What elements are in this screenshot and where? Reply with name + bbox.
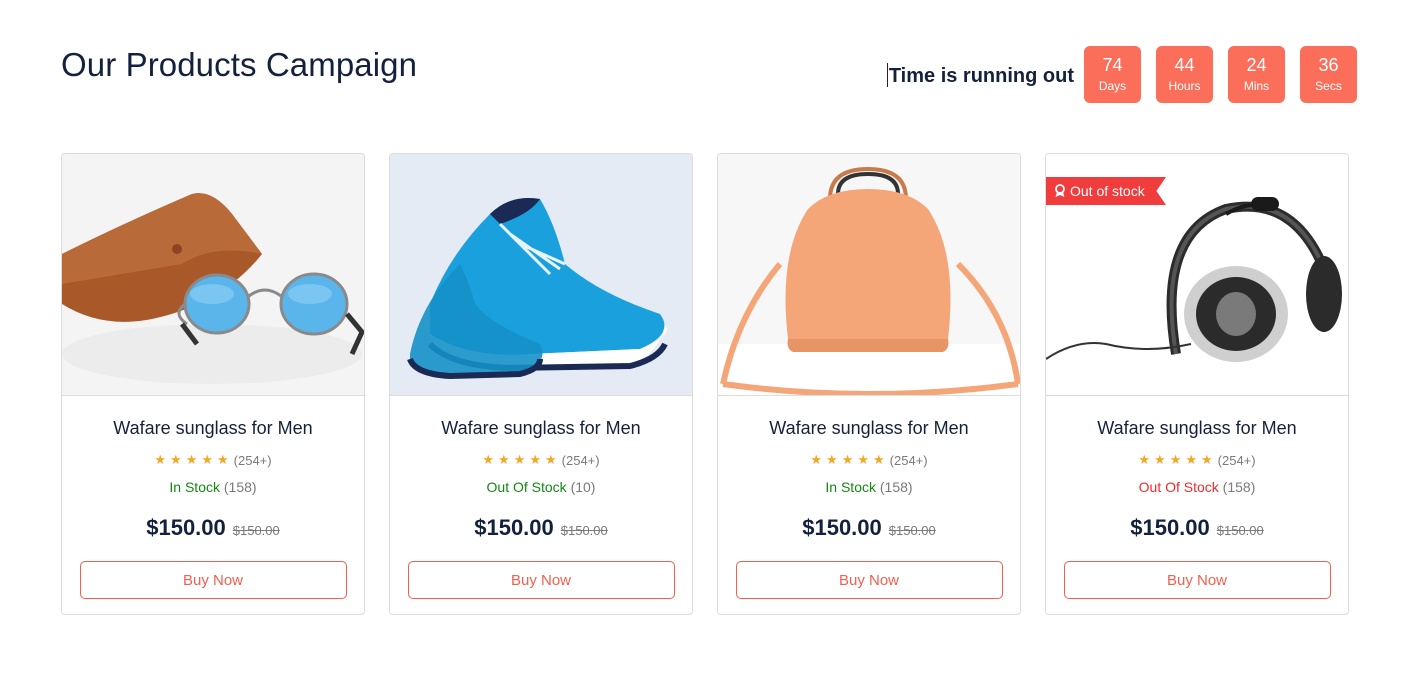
product-card[interactable]: Wafare sunglass for Men ★ ★ ★ ★ ★ (254+)… — [61, 153, 365, 615]
countdown: Time is running out 74 Days 44 Hours 24 … — [886, 46, 1357, 103]
price: $150.00 — [474, 515, 554, 540]
price-row: $150.00 $150.00 — [390, 515, 692, 541]
page-title: Our Products Campaign — [61, 46, 418, 83]
timer-value: 44 — [1174, 55, 1195, 75]
card-body: Wafare sunglass for Men ★ ★ ★ ★ ★ (254+)… — [62, 418, 364, 599]
old-price: $150.00 — [1216, 523, 1264, 538]
headset-image[interactable]: Out of stock — [1046, 154, 1348, 396]
star-icon: ★ — [498, 452, 510, 467]
sunglasses-image[interactable] — [62, 154, 364, 396]
timer-hours: 44 Hours — [1156, 46, 1213, 103]
card-body: Wafare sunglass for Men ★ ★ ★ ★ ★ (254+)… — [718, 418, 1020, 599]
rating: ★ ★ ★ ★ ★ (254+) — [718, 451, 1020, 469]
old-price: $150.00 — [888, 523, 936, 538]
product-name[interactable]: Wafare sunglass for Men — [718, 418, 1020, 440]
star-icon: ★ — [841, 452, 854, 467]
product-card[interactable]: Wafare sunglass for Men ★ ★ ★ ★ ★ (254+)… — [389, 153, 693, 615]
stock-count: (158) — [879, 479, 913, 495]
timer-mins: 24 Mins — [1228, 46, 1285, 103]
price-row: $150.00 $150.00 — [62, 515, 364, 541]
out-of-stock-badge: Out of stock — [1046, 177, 1166, 205]
timer-value: 36 — [1318, 55, 1339, 75]
stock-info: Out Of Stock (158) — [1046, 479, 1348, 497]
star-icon: ★ — [1169, 452, 1182, 467]
rating: ★ ★ ★ ★ ★ (254+) — [62, 451, 364, 469]
star-icon: ★ — [826, 452, 838, 467]
old-price: $150.00 — [232, 523, 280, 538]
star-icon: ★ — [201, 452, 213, 467]
award-icon — [1054, 184, 1066, 198]
star-icon: ★ — [1185, 452, 1197, 467]
stock-count: (158) — [1222, 479, 1256, 495]
timer-unit: Secs — [1315, 79, 1342, 93]
stock-info: Out Of Stock (10) — [390, 479, 692, 497]
stock-info: In Stock (158) — [718, 479, 1020, 497]
star-icon: ★ — [1201, 452, 1213, 467]
stock-status: Out Of Stock — [1138, 479, 1219, 495]
rating-count: (254+) — [1217, 452, 1256, 468]
star-icon: ★ — [810, 452, 823, 467]
timer-unit: Mins — [1243, 79, 1270, 93]
star-icon: ★ — [873, 452, 885, 467]
timer-value: 24 — [1246, 55, 1267, 75]
price-row: $150.00 $150.00 — [1046, 515, 1348, 541]
badge-label: Out of stock — [1070, 183, 1145, 199]
stock-status: In Stock — [825, 479, 876, 495]
stock-status: Out Of Stock — [486, 479, 567, 495]
buy-now-button[interactable]: Buy Now — [735, 561, 1003, 599]
product-card[interactable]: Wafare sunglass for Men ★ ★ ★ ★ ★ (254+)… — [717, 153, 1021, 615]
star-icon: ★ — [170, 452, 182, 467]
card-body: Wafare sunglass for Men ★ ★ ★ ★ ★ (254+)… — [1046, 418, 1348, 599]
rating-count: (254+) — [561, 452, 600, 468]
product-name[interactable]: Wafare sunglass for Men — [1046, 418, 1348, 440]
star-icon: ★ — [1154, 452, 1166, 467]
stock-count: (158) — [223, 479, 257, 495]
buy-now-button[interactable]: Buy Now — [407, 561, 675, 599]
star-icon: ★ — [1138, 452, 1151, 467]
rating: ★ ★ ★ ★ ★ (254+) — [390, 451, 692, 469]
product-name[interactable]: Wafare sunglass for Men — [62, 418, 364, 440]
buy-now-button[interactable]: Buy Now — [1063, 561, 1331, 599]
price: $150.00 — [802, 515, 882, 540]
timer-days: 74 Days — [1084, 46, 1141, 103]
rating-count: (254+) — [889, 452, 928, 468]
card-body: Wafare sunglass for Men ★ ★ ★ ★ ★ (254+)… — [390, 418, 692, 599]
stock-count: (10) — [570, 479, 596, 495]
timer-secs: 36 Secs — [1300, 46, 1357, 103]
rating: ★ ★ ★ ★ ★ (254+) — [1046, 451, 1348, 469]
campaign-page: Our Products Campaign Time is running ou… — [0, 0, 1418, 673]
product-grid: Wafare sunglass for Men ★ ★ ★ ★ ★ (254+)… — [61, 153, 1349, 615]
stock-status: In Stock — [169, 479, 220, 495]
rating-count: (254+) — [233, 452, 272, 468]
timer-value: 74 — [1102, 55, 1123, 75]
star-icon: ★ — [857, 452, 869, 467]
star-icon: ★ — [185, 452, 198, 467]
star-icon: ★ — [154, 452, 167, 467]
sneakers-image[interactable] — [390, 154, 692, 396]
price-row: $150.00 $150.00 — [718, 515, 1020, 541]
timer-unit: Days — [1098, 79, 1127, 93]
star-icon: ★ — [545, 452, 557, 467]
star-icon: ★ — [513, 452, 526, 467]
timer-unit: Hours — [1168, 79, 1201, 93]
countdown-label: Time is running out — [888, 65, 1074, 87]
handbag-image[interactable] — [718, 154, 1020, 396]
product-card[interactable]: Out of stock Wafare sunglass for Men ★ ★… — [1045, 153, 1349, 615]
star-icon: ★ — [482, 452, 495, 467]
text-cursor — [886, 62, 888, 87]
price: $150.00 — [146, 515, 226, 540]
product-name[interactable]: Wafare sunglass for Men — [390, 418, 692, 440]
stock-info: In Stock (158) — [62, 479, 364, 497]
old-price: $150.00 — [560, 523, 608, 538]
price: $150.00 — [1130, 515, 1210, 540]
star-icon: ★ — [217, 452, 229, 467]
star-icon: ★ — [529, 452, 541, 467]
buy-now-button[interactable]: Buy Now — [79, 561, 347, 599]
